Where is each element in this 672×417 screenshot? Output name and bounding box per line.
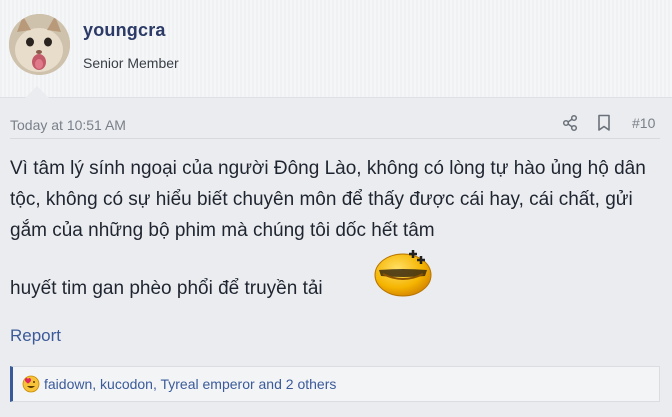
- reaction-users-link[interactable]: faidown, kucodon, Tyreal emperor and 2 o…: [44, 376, 336, 392]
- user-title: Senior Member: [83, 55, 179, 71]
- post-body-text: Vì tâm lý sính ngoại của người Đông Lào,…: [10, 158, 646, 241]
- user-header: youngcra Senior Member: [0, 0, 672, 98]
- post-number-link[interactable]: #10: [632, 115, 655, 131]
- reactions-bar: faidown, kucodon, Tyreal emperor and 2 o…: [10, 366, 660, 402]
- message-arrow: [25, 86, 49, 98]
- cat-avatar-icon: [9, 14, 70, 75]
- report-link[interactable]: Report: [10, 326, 61, 346]
- divider: [10, 138, 660, 139]
- grinning-smiley-icon: [373, 248, 433, 298]
- share-icon[interactable]: [561, 114, 579, 132]
- bookmark-icon[interactable]: [596, 114, 612, 132]
- post-meta: Today at 10:51 AM #10: [0, 98, 672, 138]
- post-message: Today at 10:51 AM #10 Vì tâm lý sính ngo…: [0, 98, 672, 417]
- post-body-text-continued: huyết tim gan phèo phổi để truyền tải: [10, 278, 323, 299]
- love-reaction-icon: [22, 375, 40, 393]
- post-date[interactable]: Today at 10:51 AM: [10, 117, 126, 133]
- username[interactable]: youngcra: [83, 20, 166, 41]
- avatar[interactable]: [9, 14, 70, 75]
